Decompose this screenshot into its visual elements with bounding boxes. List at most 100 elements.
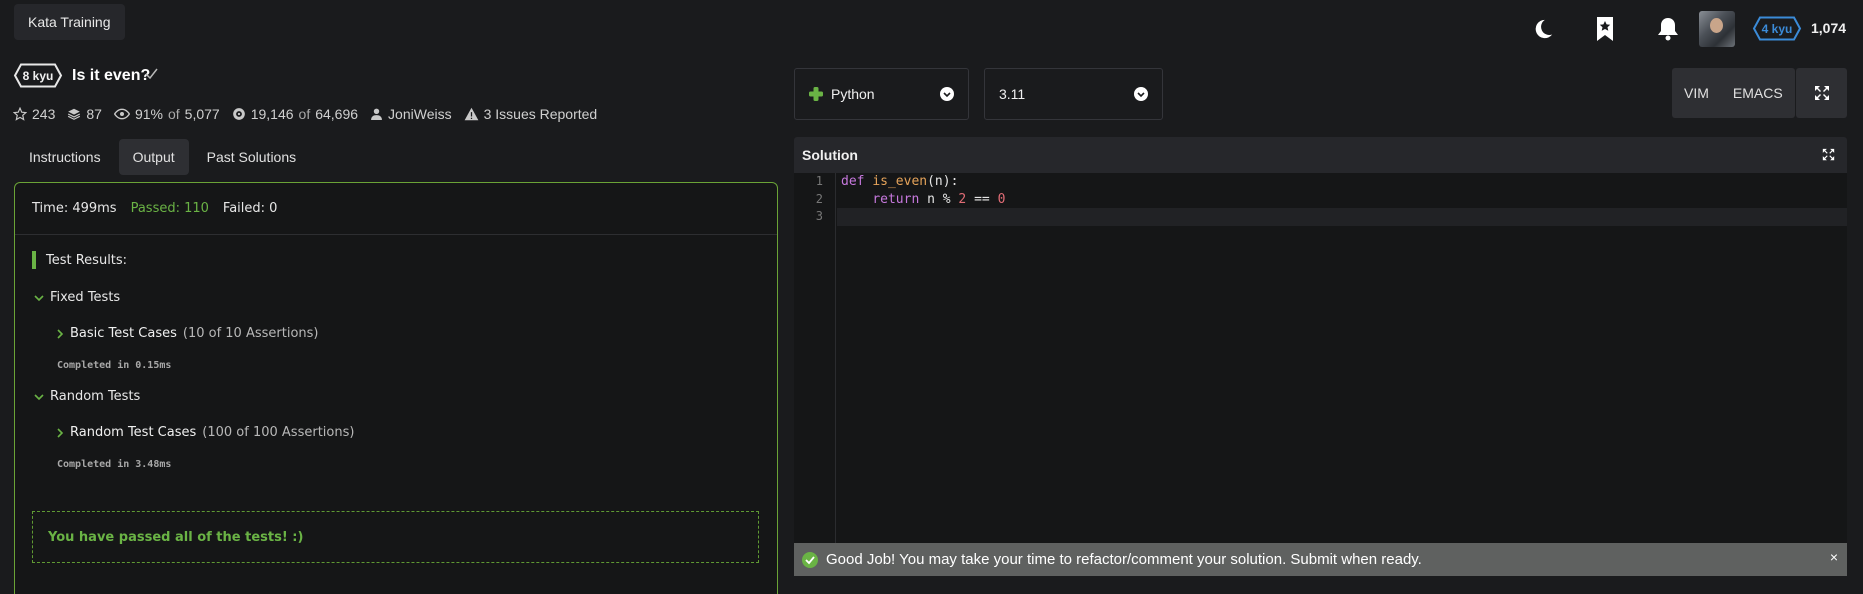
kata-rank-badge: 8 kyu: [13, 63, 63, 88]
editor-title: Solution: [802, 147, 858, 163]
output-panel: Time: 499ms Passed: 110 Failed: 0 Test R…: [14, 182, 778, 594]
version-select[interactable]: 3.11: [984, 68, 1163, 120]
test-case-duration: Completed in 3.48ms: [57, 459, 172, 470]
user-rank-badge[interactable]: 4 kyu: [1752, 16, 1802, 41]
author-name: JoniWeiss: [388, 106, 452, 122]
success-toast: Good Job! You may take your time to refa…: [794, 543, 1847, 576]
indent-token: [841, 192, 872, 207]
keyword-token: def: [841, 174, 865, 189]
user-rank-label: 4 kyu: [1761, 21, 1793, 36]
eye-icon: [113, 108, 130, 120]
output-summary: Time: 499ms Passed: 110 Failed: 0: [15, 183, 777, 235]
line-number-gutter: 1 2 3: [794, 173, 836, 576]
chevron-down-icon: [940, 87, 954, 101]
author-stat[interactable]: JoniWeiss: [370, 106, 452, 122]
issues-stat[interactable]: 3 Issues Reported: [464, 106, 598, 122]
chevron-down-icon: [34, 393, 44, 400]
test-case-basic[interactable]: Basic Test Cases (10 of 10 Assertions): [56, 326, 319, 341]
satisfaction-stat: 91% of 5,077: [113, 106, 220, 122]
warning-icon: [464, 107, 478, 121]
test-case-name: Basic Test Cases: [70, 326, 177, 341]
satisfaction-of: of: [167, 106, 180, 122]
test-results-heading: Test Results:: [32, 251, 127, 269]
language-select[interactable]: Python: [794, 68, 969, 120]
params-token: (n):: [927, 174, 959, 189]
satisfaction-pct: 91%: [134, 106, 163, 122]
code-area[interactable]: def is_even(n): return n % 2 == 0: [837, 173, 1847, 576]
tab-instructions[interactable]: Instructions: [15, 139, 115, 175]
test-group-name: Fixed Tests: [50, 290, 121, 305]
expand-icon: [1814, 86, 1829, 100]
code-editor[interactable]: Solution 1 2 3 def is_even(n): return n …: [794, 137, 1847, 576]
language-selected: Python: [831, 86, 875, 102]
tab-output[interactable]: Output: [118, 139, 189, 175]
chevron-down-icon: [34, 294, 44, 301]
kata-tabs: Instructions Output Past Solutions: [15, 139, 310, 175]
notifications-bell-icon[interactable]: [1653, 14, 1683, 44]
keyword-token: return: [872, 191, 920, 207]
toast-close-button[interactable]: ×: [1830, 549, 1838, 565]
test-group-name: Random Tests: [50, 389, 141, 404]
collections-count: 87: [86, 106, 102, 122]
attempts-count: 64,696: [315, 106, 359, 122]
editor-header: Solution: [794, 137, 1847, 173]
test-group-random[interactable]: Random Tests: [34, 389, 140, 404]
test-case-random[interactable]: Random Test Cases (100 of 100 Assertions…: [56, 425, 354, 440]
issues-label: 3 Issues Reported: [483, 106, 598, 122]
completions-stat: 19,146 of 64,696: [232, 106, 358, 122]
completed-of: of: [298, 106, 311, 122]
code-line[interactable]: return n % 2 == 0: [837, 191, 1847, 209]
completed-check-icon: [145, 68, 158, 80]
vim-mode-button[interactable]: VIM: [1672, 68, 1721, 118]
all-passed-message: You have passed all of the tests! :): [32, 511, 759, 563]
emacs-mode-button[interactable]: EMACS: [1721, 68, 1795, 118]
kata-rank-label: 8 kyu: [22, 68, 54, 83]
operator-token: ==: [966, 191, 998, 207]
kata-stats: 243 87 91% of 5,077 19,146 of 64,696 Jon…: [13, 106, 597, 122]
test-case-assertions: (100 of 100 Assertions): [202, 425, 355, 440]
breadcrumb[interactable]: Kata Training: [14, 4, 125, 40]
layers-icon: [68, 108, 81, 120]
results-accent-bar: [32, 251, 36, 269]
star-icon: [13, 107, 27, 121]
toast-message: Good Job! You may take your time to refa…: [826, 551, 1422, 568]
editor-expand-icon[interactable]: [1822, 148, 1835, 161]
expr-token: n %: [919, 191, 959, 207]
user-avatar[interactable]: [1699, 11, 1735, 47]
completed-count: 19,146: [250, 106, 294, 122]
fullscreen-button[interactable]: [1796, 68, 1847, 118]
tab-past-solutions[interactable]: Past Solutions: [193, 139, 311, 175]
chevron-right-icon: [57, 427, 64, 438]
chevron-right-icon: [57, 328, 64, 339]
success-check-icon: [802, 551, 818, 568]
line-number: 2: [815, 191, 823, 206]
collections-stat[interactable]: 87: [67, 106, 102, 122]
line-number: 3: [815, 209, 823, 223]
passed-count: Passed: 110: [130, 201, 209, 216]
dark-mode-moon-icon[interactable]: [1528, 14, 1558, 44]
user-icon: [371, 108, 382, 120]
chevron-down-icon: [1134, 87, 1148, 101]
bookmark-icon[interactable]: [1590, 14, 1620, 44]
stars-stat[interactable]: 243: [13, 106, 55, 122]
failed-count: Failed: 0: [222, 201, 278, 216]
editor-mode-group: VIM EMACS: [1672, 68, 1795, 118]
function-name-token: is_even: [872, 174, 928, 189]
test-case-name: Random Test Cases: [70, 425, 197, 440]
version-selected: 3.11: [999, 86, 1026, 102]
test-results-label: Test Results:: [46, 252, 128, 268]
stars-count: 243: [32, 106, 56, 122]
kata-title[interactable]: Is it even?: [72, 67, 150, 85]
test-case-duration: Completed in 0.15ms: [57, 360, 172, 371]
test-group-fixed[interactable]: Fixed Tests: [34, 290, 120, 305]
line-number: 1: [815, 174, 823, 188]
user-honor: 1,074: [1811, 20, 1847, 36]
target-icon: [232, 108, 245, 120]
satisfaction-votes: 5,077: [184, 106, 220, 122]
code-line[interactable]: def is_even(n):: [837, 173, 1847, 191]
code-line-current[interactable]: [837, 208, 1847, 226]
test-case-assertions: (10 of 10 Assertions): [182, 326, 319, 341]
time-label: Time: 499ms: [32, 201, 117, 216]
python-icon: [809, 87, 823, 101]
number-token: 0: [997, 191, 1006, 207]
